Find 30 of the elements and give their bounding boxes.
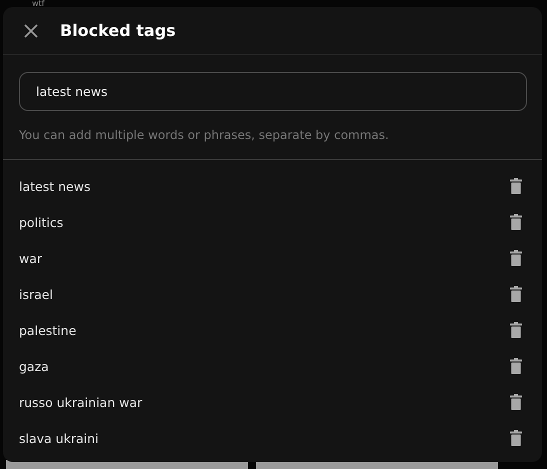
tag-label: war: [19, 250, 42, 266]
close-button[interactable]: [23, 22, 39, 38]
trash-icon: [510, 322, 522, 338]
delete-button[interactable]: [510, 250, 522, 266]
tag-input-field[interactable]: latest news: [19, 72, 527, 111]
tag-label: israel: [19, 286, 53, 302]
delete-button[interactable]: [510, 394, 522, 410]
background-text: wtf: [32, 0, 44, 7]
tag-label: politics: [19, 214, 64, 230]
trash-icon: [510, 214, 522, 230]
trash-icon: [510, 394, 522, 410]
tag-label: latest news: [19, 178, 90, 194]
delete-button[interactable]: [510, 214, 522, 230]
trash-icon: [510, 286, 522, 302]
delete-button[interactable]: [510, 358, 522, 374]
tag-label: slava ukraini: [19, 430, 99, 446]
tag-label: gaza: [19, 358, 49, 374]
close-icon: [23, 22, 39, 38]
hint-text: You can add multiple words or phrases, separate by commas.: [19, 128, 390, 142]
delete-button[interactable]: [510, 178, 522, 194]
tag-label: palestine: [19, 322, 76, 338]
trash-icon: [510, 358, 522, 374]
delete-button[interactable]: [510, 322, 522, 338]
trash-icon: [510, 250, 522, 266]
delete-button[interactable]: [510, 430, 522, 446]
dialog-title: Blocked tags: [60, 21, 176, 40]
tag-label: russo ukrainian war: [19, 394, 142, 410]
trash-icon: [510, 178, 522, 194]
trash-icon: [510, 430, 522, 446]
delete-button[interactable]: [510, 286, 522, 302]
